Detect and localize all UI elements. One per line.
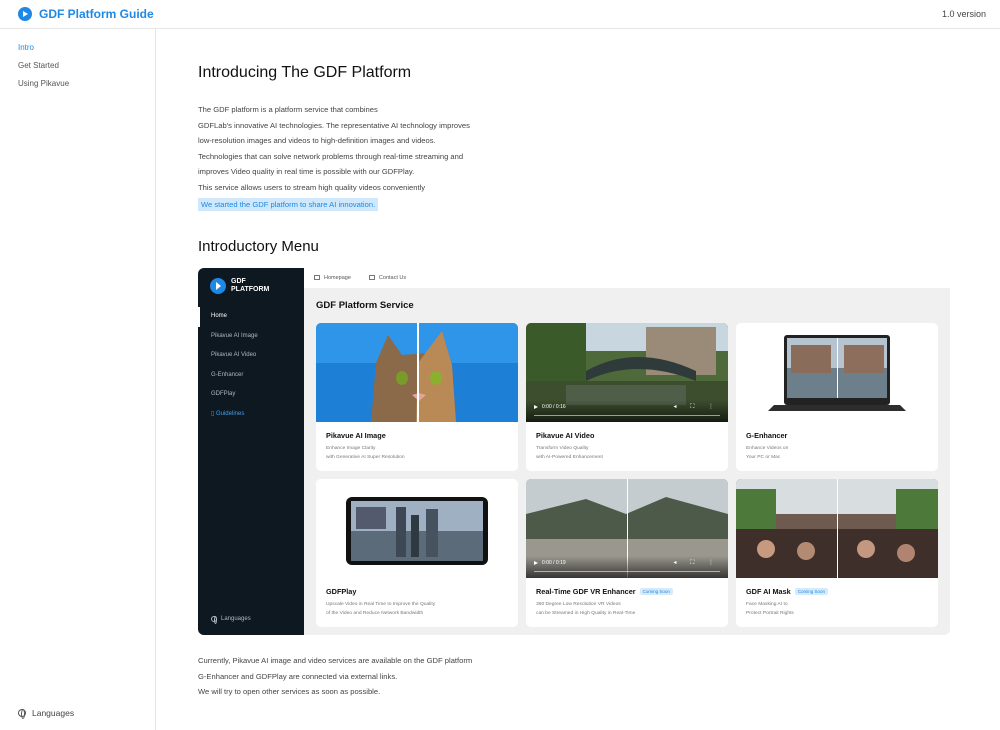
intro-line: improves Video quality in real time is p… bbox=[198, 167, 415, 177]
app-logo-icon bbox=[210, 278, 226, 294]
app-logo-line1: GDF bbox=[231, 278, 246, 285]
app-logo: GDF PLATFORM bbox=[210, 278, 269, 294]
top-bar: GDF Platform Guide 1.0 version bbox=[0, 0, 1000, 29]
bridge-video: 0:00 / 0:16 ◂ ⛶ ⋮ bbox=[526, 323, 728, 422]
chat-icon bbox=[368, 275, 375, 280]
platform-screenshot: GDF PLATFORM Home Pikavue AI Image Pikav… bbox=[198, 268, 950, 635]
sidebar-item-using-pikavue[interactable]: Using Pikavue bbox=[0, 75, 155, 93]
card-description: Enhance Videos on Your PC or Mac bbox=[746, 446, 789, 460]
card-title: Real-Time GDF VR Enhancer Coming Soon bbox=[536, 587, 673, 596]
coming-soon-badge: Coming Soon bbox=[639, 588, 673, 595]
card-description: 360 Degree Low Resolution VR Videos can b… bbox=[536, 602, 636, 616]
logo-icon[interactable] bbox=[18, 7, 32, 21]
app-languages: Languages bbox=[211, 616, 251, 624]
outro-line: G-Enhancer and GDFPlay are connected via… bbox=[198, 671, 398, 681]
sidebar-item-get-started[interactable]: Get Started bbox=[0, 57, 155, 75]
intro-line: low-resolution images and videos to high… bbox=[198, 136, 436, 146]
card-title: GDFPlay bbox=[326, 587, 357, 596]
intro-line: The GDF platform is a platform service t… bbox=[198, 105, 378, 114]
video-controls-icons: ◂ ⛶ ⋮ bbox=[673, 404, 720, 410]
card-description: Upscale Video in Real Time to Improve th… bbox=[326, 602, 436, 616]
laptop-image bbox=[736, 323, 938, 422]
app-contact-link: Contact Us bbox=[368, 275, 406, 281]
app-nav-gdfplay: GDFPlay bbox=[211, 391, 236, 398]
app-homepage-link: Homepage bbox=[314, 275, 351, 281]
service-card-gdfplay: GDFPlay Upscale Video in Real Time to Im… bbox=[316, 479, 518, 627]
card-title: G-Enhancer bbox=[746, 431, 788, 440]
app-nav-g-enhancer: G-Enhancer bbox=[211, 371, 244, 378]
service-card-pikavue-image: Pikavue AI Image Enhance Image Clarity wi… bbox=[316, 323, 518, 471]
video-progress bbox=[534, 414, 720, 416]
intro-line: This service allows users to stream high… bbox=[198, 182, 426, 192]
sidebar-item-intro[interactable]: Intro bbox=[0, 39, 155, 57]
languages-label: Languages bbox=[32, 708, 75, 718]
page-title: Introducing The GDF Platform bbox=[198, 64, 412, 81]
app-sidebar: GDF PLATFORM Home Pikavue AI Image Pikav… bbox=[198, 268, 304, 635]
card-title: GDF AI Mask Coming Soon bbox=[746, 587, 829, 596]
card-description: Face Masking AI to Protect Portrait Right… bbox=[746, 602, 794, 616]
video-controls-icons: ◂ ⛶ ⋮ bbox=[673, 560, 720, 566]
outro-text: Currently, Pikavue AI image and video se… bbox=[198, 653, 472, 700]
video-progress bbox=[534, 570, 720, 572]
intro-line: Technologies that can solve network prob… bbox=[198, 151, 464, 161]
intro-line: GDFLab's innovative AI technologies. The… bbox=[198, 120, 470, 130]
intro-text: The GDF platform is a platform service t… bbox=[198, 102, 518, 212]
app-logo-line2: PLATFORM bbox=[231, 286, 270, 293]
globe-icon bbox=[18, 709, 26, 719]
languages-selector[interactable]: Languages bbox=[18, 708, 75, 719]
service-card-pikavue-video: 0:00 / 0:16 ◂ ⛶ ⋮ Pikavue AI Video Transf… bbox=[526, 323, 728, 471]
brand-title[interactable]: GDF Platform Guide bbox=[39, 7, 154, 21]
coming-soon-badge: Coming Soon bbox=[794, 588, 829, 595]
menu-section-title: Introductory Menu bbox=[198, 238, 319, 256]
app-globe-icon bbox=[211, 616, 217, 624]
main-content: Introducing The GDF Platform The GDF pla… bbox=[198, 29, 958, 696]
phone-image bbox=[316, 479, 518, 578]
app-top-links: Homepage Contact Us bbox=[304, 268, 950, 288]
service-card-ai-mask: GDF AI Mask Coming Soon Face Masking AI t… bbox=[736, 479, 938, 627]
app-section-title: GDF Platform Service bbox=[316, 300, 414, 311]
app-nav-home: Home bbox=[198, 307, 304, 327]
highlighted-statement: We started the GDF platform to share AI … bbox=[198, 197, 379, 211]
play-icon bbox=[534, 405, 538, 409]
card-title: Pikavue AI Video bbox=[536, 431, 595, 440]
street-video: 0:00 / 0:19 ◂ ⛶ ⋮ bbox=[526, 479, 728, 578]
home-icon bbox=[314, 275, 320, 280]
outro-line: Currently, Pikavue AI image and video se… bbox=[198, 656, 473, 665]
play-icon bbox=[534, 561, 538, 565]
card-description: Transform Video Quality with AI-Powered E… bbox=[536, 446, 603, 460]
sidebar: Intro Get Started Using Pikavue Language… bbox=[0, 29, 156, 730]
app-nav-guidelines: ▯ Guidelines bbox=[211, 410, 245, 417]
app-nav-pikavue-image: Pikavue AI Image bbox=[211, 332, 258, 339]
card-title: Pikavue AI Image bbox=[326, 431, 386, 440]
cat-image bbox=[316, 323, 518, 422]
service-card-g-enhancer: G-Enhancer Enhance Videos on Your PC or M… bbox=[736, 323, 938, 471]
card-description: Enhance Image Clarity with Generative AI … bbox=[326, 446, 405, 460]
outro-line: We will try to open other services as so… bbox=[198, 687, 381, 697]
version-label: 1.0 version bbox=[941, 9, 986, 19]
crowd-image bbox=[736, 479, 938, 578]
service-card-vr-enhancer: 0:00 / 0:19 ◂ ⛶ ⋮ Real-Time GDF VR Enhanc… bbox=[526, 479, 728, 627]
app-nav-pikavue-video: Pikavue AI Video bbox=[211, 352, 257, 359]
